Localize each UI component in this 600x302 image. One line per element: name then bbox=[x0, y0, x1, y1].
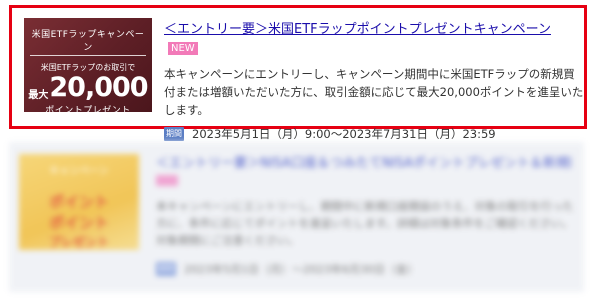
campaign-title-link-2[interactable]: ＜エントリー要＞NISA口座＆つみたてNISAポイントプレゼント＆新規開設キャン… bbox=[156, 152, 571, 171]
banner2-line2: ポイント bbox=[48, 214, 109, 232]
campaign-period-text-2: 2023年5月1日（月）～2023年6月30日（金） bbox=[184, 263, 418, 276]
campaign-period-text: 2023年5月1日（月）9:00～2023年7月31日（月）23:59 bbox=[192, 127, 496, 141]
banner2-line3: プレゼント bbox=[48, 235, 109, 249]
banner-amount-number: 20,000 bbox=[49, 72, 148, 103]
campaign-content-2: ＜エントリー要＞NISA口座＆つみたてNISAポイントプレゼント＆新規開設キャン… bbox=[156, 152, 576, 277]
campaign-description: 本キャンペーンにエントリーし、キャンペーン期間中に米国ETFラップの新規買付また… bbox=[164, 67, 584, 117]
banner-bottom-text: ポイントプレゼント bbox=[45, 106, 131, 112]
new-badge: NEW bbox=[168, 42, 198, 55]
campaign-content: ＜エントリー要＞米国ETFラップポイントプレゼントキャンペーン NEW 本キャンペ… bbox=[164, 18, 584, 142]
calendar-period-icon-2: 期間 bbox=[156, 262, 176, 276]
campaign-banner-image-2[interactable]: キャンペーン ポイント ポイント プレゼント bbox=[19, 154, 139, 250]
campaign-banner-image[interactable]: 米国ETFラップキャンペーン 米国ETFラップのお取引で 最大 20,000 ポ… bbox=[24, 18, 152, 112]
campaign-period: 期間 2023年5月1日（月）9:00～2023年7月31日（月）23:59 bbox=[164, 126, 584, 142]
campaign-description-2: 本キャンペーンにエントリーし、期間中に新規口座開設のうえ、対象の取引を行った方に… bbox=[156, 200, 574, 247]
campaign-title-link[interactable]: ＜エントリー要＞米国ETFラップポイントプレゼントキャンペーン bbox=[164, 22, 551, 37]
campaign-title-row: ＜エントリー要＞米国ETFラップポイントプレゼントキャンペーン NEW bbox=[164, 18, 584, 56]
new-badge-2 bbox=[156, 175, 178, 186]
banner-amount: 最大 20,000 bbox=[24, 74, 152, 101]
calendar-period-icon: 期間 bbox=[164, 127, 184, 141]
campaign-card-blurred[interactable]: キャンペーン ポイント ポイント プレゼント ＜エントリー要＞NISA口座＆つみ… bbox=[9, 142, 584, 292]
campaign-period-2: 期間 2023年5月1日（月）～2023年6月30日（金） bbox=[156, 261, 576, 277]
banner-top-text: 米国ETFラップキャンペーン bbox=[30, 25, 146, 56]
banner2-line1: ポイント bbox=[48, 193, 109, 211]
banner2-top-text: キャンペーン bbox=[49, 166, 109, 177]
banner-amount-prefix: 最大 bbox=[28, 90, 49, 101]
campaign-card-etf-wrap[interactable]: 米国ETFラップキャンペーン 米国ETFラップのお取引で 最大 20,000 ポ… bbox=[9, 5, 587, 141]
